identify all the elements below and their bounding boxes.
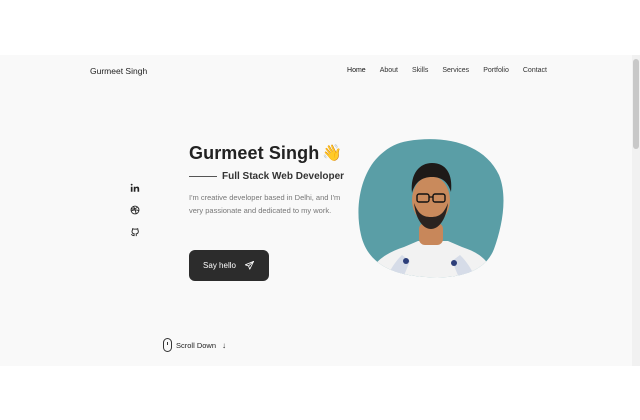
profile-blob: [356, 137, 506, 285]
send-icon: [244, 260, 254, 270]
github-icon: [131, 228, 139, 237]
waving-hand-icon: 👋: [322, 145, 343, 162]
hero-subtitle: Full Stack Web Developer: [222, 171, 345, 182]
github-link[interactable]: [130, 227, 140, 237]
scroll-down-link[interactable]: Scroll Down ↓: [163, 338, 226, 352]
say-hello-label: Say hello: [203, 261, 236, 270]
nav-services[interactable]: Services: [442, 67, 469, 74]
main-nav: Home About Skills Services Portfolio Con…: [347, 67, 547, 74]
scroll-down-label: Scroll Down: [176, 340, 217, 350]
linkedin-icon: [130, 183, 140, 192]
linkedin-link[interactable]: [130, 183, 140, 193]
scrollbar-track[interactable]: [632, 55, 640, 366]
profile-avatar: [358, 139, 504, 278]
nav-about[interactable]: About: [380, 67, 398, 74]
say-hello-button[interactable]: Say hello: [189, 250, 269, 281]
mouse-icon: [163, 338, 172, 352]
hero-name-text: Gurmeet Singh: [189, 143, 320, 163]
scrollbar-thumb[interactable]: [633, 59, 639, 149]
nav-skills[interactable]: Skills: [412, 67, 428, 74]
nav-contact[interactable]: Contact: [523, 67, 547, 74]
nav-home[interactable]: Home: [347, 67, 366, 74]
arrow-down-icon: ↓: [222, 340, 227, 350]
subtitle-divider: [189, 176, 217, 177]
site-logo[interactable]: Gurmeet Singh: [90, 66, 147, 76]
dribbble-icon: [130, 205, 140, 215]
hero-title: Gurmeet Singh 👋: [189, 143, 342, 164]
social-links: [130, 183, 140, 237]
nav-portfolio[interactable]: Portfolio: [483, 67, 509, 74]
dribbble-link[interactable]: [130, 205, 140, 215]
page-viewport: Gurmeet Singh Home About Skills Services…: [0, 55, 640, 366]
hero-description: I'm creative developer based in Delhi, a…: [189, 193, 341, 215]
